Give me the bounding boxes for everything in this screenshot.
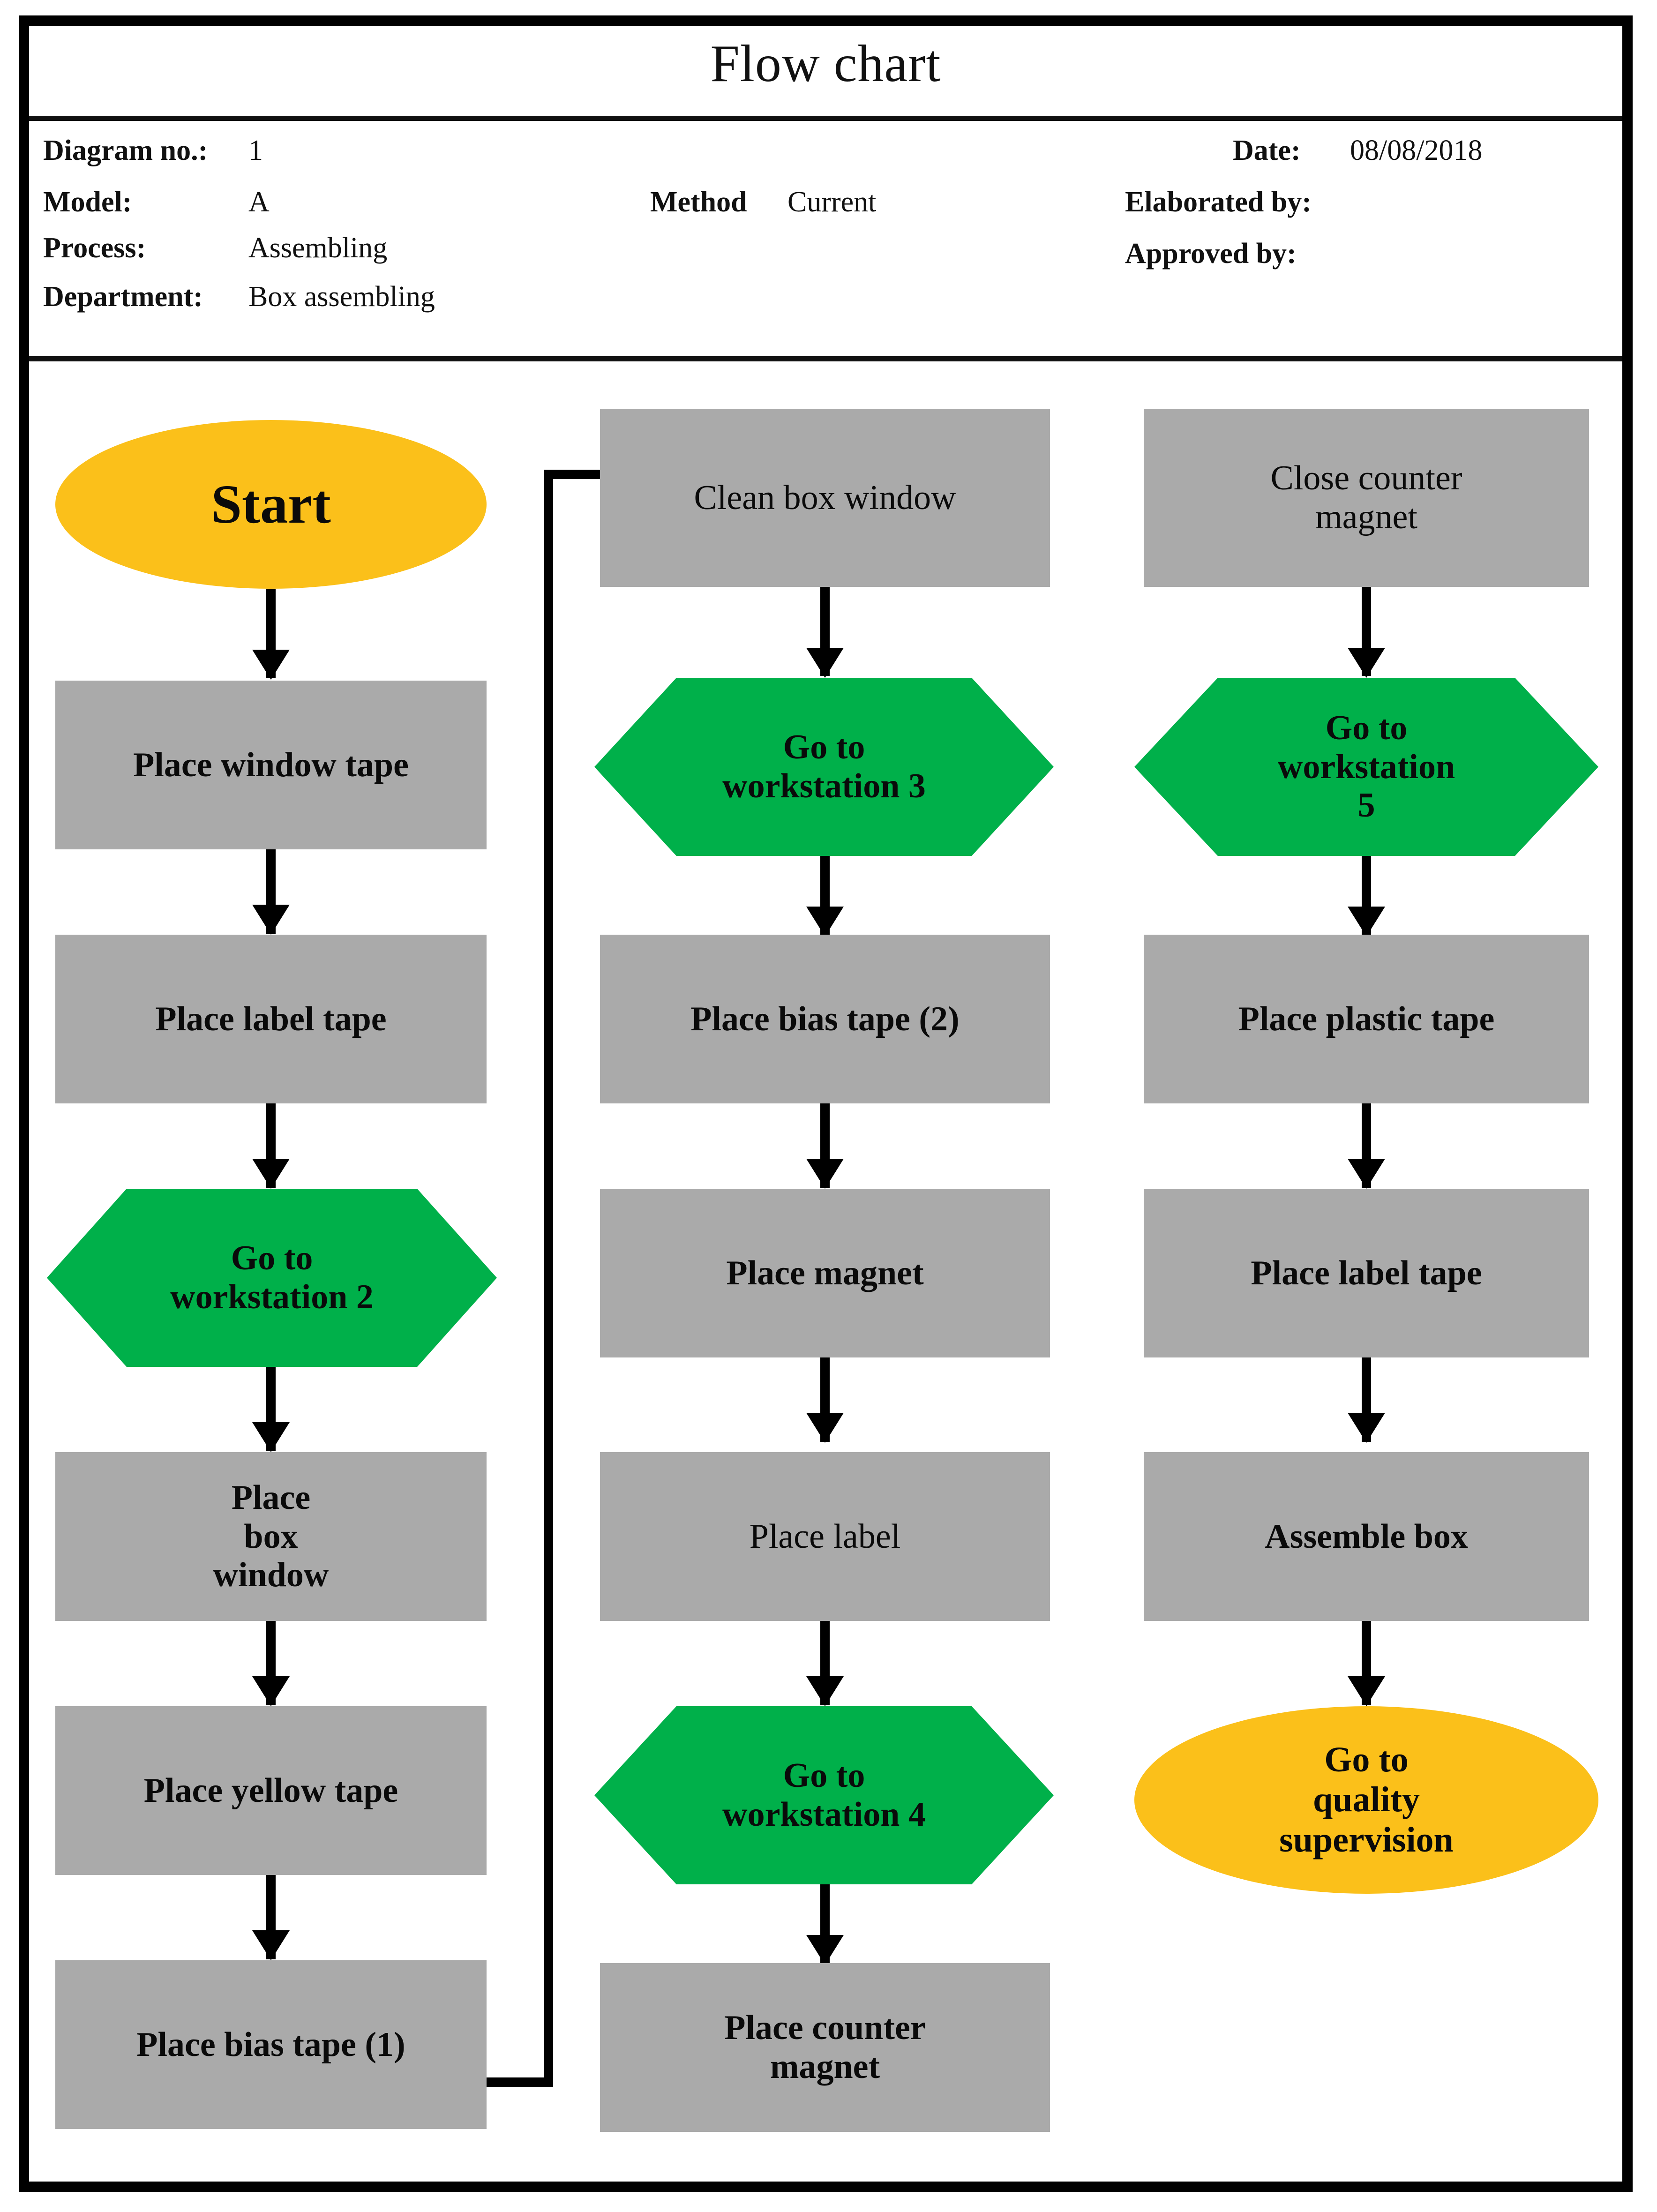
node-clean-box-window[interactable]: Clean box window xyxy=(600,409,1050,587)
arrow-down-icon xyxy=(806,1676,844,1706)
model-label: Model: xyxy=(43,186,132,218)
node-place-bias-tape-1[interactable]: Place bias tape (1) xyxy=(55,1960,487,2129)
node-go-to-workstation-4[interactable]: Go to workstation 4 xyxy=(594,1706,1054,1884)
node-place-window-tape[interactable]: Place window tape xyxy=(55,681,487,849)
node-place-counter-magnet-label: Place counter magnet xyxy=(724,2009,926,2086)
node-go-to-workstation-5-label: Go to workstation 5 xyxy=(1277,708,1455,825)
arrow-down-icon xyxy=(252,1159,290,1189)
edge-wrap-segment-vertical xyxy=(544,470,553,2087)
title-divider xyxy=(29,116,1622,121)
node-place-box-window[interactable]: Place box window xyxy=(55,1452,487,1621)
arrow-down-icon xyxy=(806,1413,844,1443)
arrow-down-icon xyxy=(252,650,290,680)
arrow-down-icon xyxy=(806,648,844,678)
process-value: Assembling xyxy=(248,232,388,264)
node-place-label[interactable]: Place label xyxy=(600,1452,1050,1621)
elaborated-by-label: Elaborated by: xyxy=(1125,186,1312,218)
node-place-label-tape-c3-label: Place label tape xyxy=(1251,1253,1482,1292)
page-title: Flow chart xyxy=(710,34,941,93)
node-place-yellow-tape-label: Place yellow tape xyxy=(143,1771,398,1810)
diagram-no-value: 1 xyxy=(248,135,263,166)
node-place-counter-magnet[interactable]: Place counter magnet xyxy=(600,1963,1050,2132)
date-label: Date: xyxy=(1233,135,1301,166)
arrow-down-icon xyxy=(252,1422,290,1452)
arrow-down-icon xyxy=(252,905,290,935)
arrow-down-icon xyxy=(806,907,844,937)
arrow-down-icon xyxy=(252,1676,290,1706)
node-place-plastic-tape-label: Place plastic tape xyxy=(1238,999,1495,1038)
node-go-to-workstation-5[interactable]: Go to workstation 5 xyxy=(1134,678,1598,856)
node-start[interactable]: Start xyxy=(55,420,487,589)
node-close-counter-magnet[interactable]: Close counter magnet xyxy=(1144,409,1589,587)
arrow-down-icon xyxy=(1348,648,1385,678)
node-go-to-workstation-2[interactable]: Go to workstation 2 xyxy=(47,1189,497,1367)
arrow-down-icon xyxy=(806,1935,844,1965)
arrow-down-icon xyxy=(1348,907,1385,937)
diagram-no-label: Diagram no.: xyxy=(43,135,208,166)
node-place-label-tape-c1-label: Place label tape xyxy=(155,999,387,1038)
node-place-magnet[interactable]: Place magnet xyxy=(600,1189,1050,1357)
node-go-to-workstation-4-label: Go to workstation 4 xyxy=(722,1756,926,1834)
flow-chart-page: Flow chart Diagram no.: 1 Model: A Proce… xyxy=(0,0,1657,2212)
node-place-box-window-label: Place box window xyxy=(213,1478,329,1595)
node-go-to-workstation-3-label: Go to workstation 3 xyxy=(722,728,926,805)
node-place-label-tape-c1[interactable]: Place label tape xyxy=(55,935,487,1103)
node-place-bias-tape-1-label: Place bias tape (1) xyxy=(136,2025,405,2064)
approved-by-label: Approved by: xyxy=(1125,238,1297,270)
header-divider xyxy=(29,356,1622,361)
node-assemble-box-label: Assemble box xyxy=(1265,1517,1468,1556)
node-clean-box-window-label: Clean box window xyxy=(694,478,956,517)
department-value: Box assembling xyxy=(248,281,435,313)
node-start-label: Start xyxy=(211,473,331,535)
date-value: 08/08/2018 xyxy=(1350,135,1483,166)
arrow-down-icon xyxy=(1348,1676,1385,1706)
node-place-bias-tape-2-label: Place bias tape (2) xyxy=(690,999,960,1038)
node-place-label-tape-c3[interactable]: Place label tape xyxy=(1144,1189,1589,1357)
node-place-magnet-label: Place magnet xyxy=(726,1253,924,1292)
node-place-window-tape-label: Place window tape xyxy=(133,745,409,784)
node-close-counter-magnet-label: Close counter magnet xyxy=(1270,459,1462,536)
arrow-down-icon xyxy=(1348,1413,1385,1443)
node-go-to-workstation-2-label: Go to workstation 2 xyxy=(170,1239,374,1316)
edge-wrap-segment-top xyxy=(544,470,605,479)
edge-wrap-segment-bottom xyxy=(487,2077,553,2087)
node-place-bias-tape-2[interactable]: Place bias tape (2) xyxy=(600,935,1050,1103)
model-value: A xyxy=(248,186,270,218)
arrow-down-icon xyxy=(252,1930,290,1960)
method-label: Method xyxy=(650,186,747,218)
node-go-to-workstation-3[interactable]: Go to workstation 3 xyxy=(594,678,1054,856)
arrow-down-icon xyxy=(806,1159,844,1189)
node-place-yellow-tape[interactable]: Place yellow tape xyxy=(55,1706,487,1875)
method-value: Current xyxy=(787,186,877,218)
node-go-to-quality-supervision[interactable]: Go to quality supervision xyxy=(1134,1706,1598,1894)
arrow-down-icon xyxy=(1348,1159,1385,1189)
node-go-to-quality-supervision-label: Go to quality supervision xyxy=(1279,1740,1454,1860)
node-assemble-box[interactable]: Assemble box xyxy=(1144,1452,1589,1621)
node-place-label-label: Place label xyxy=(749,1517,901,1556)
node-place-plastic-tape[interactable]: Place plastic tape xyxy=(1144,935,1589,1103)
department-label: Department: xyxy=(43,281,203,313)
process-label: Process: xyxy=(43,232,146,264)
